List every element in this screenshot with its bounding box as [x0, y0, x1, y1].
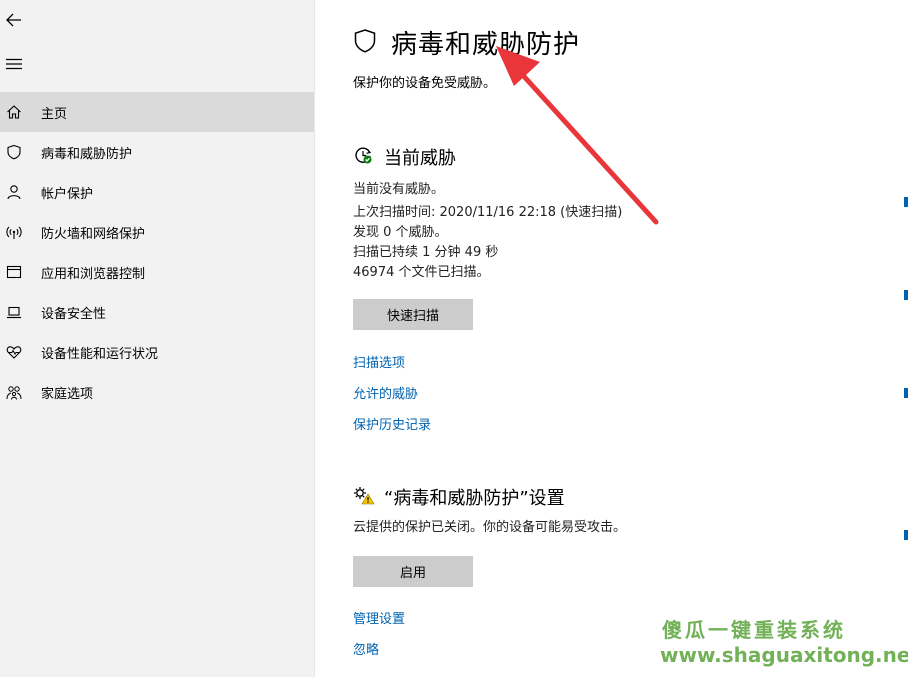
sidebar-item-label: 家庭选项 — [41, 386, 94, 402]
back-arrow-icon[interactable] — [4, 10, 24, 30]
allowed-threats-link[interactable]: 允许的威胁 — [353, 383, 418, 402]
hamburger-menu-icon[interactable] — [6, 56, 22, 72]
enable-button[interactable]: 启用 — [353, 556, 473, 587]
heart-icon — [6, 346, 22, 359]
sidebar-item-virus-protection[interactable]: 病毒和威胁防护 — [0, 132, 314, 172]
sidebar: 主页 病毒和威胁防护 帐户保护 防火墙和网络保护 应用和浏览器控制 设备安全性 … — [0, 0, 315, 677]
dismiss-link[interactable]: 忽略 — [353, 639, 379, 658]
family-icon — [6, 386, 22, 400]
sidebar-nav: 主页 病毒和威胁防护 帐户保护 防火墙和网络保护 应用和浏览器控制 设备安全性 … — [0, 92, 314, 412]
clipped-right-link-fragment — [904, 530, 908, 540]
files-scanned-text: 46974 个文件已扫描。 — [353, 265, 490, 280]
home-icon — [7, 105, 21, 119]
sidebar-item-label: 主页 — [41, 106, 68, 122]
red-annotation-arrow — [496, 46, 659, 225]
threat-status-text: 当前没有威胁。 — [353, 182, 445, 197]
watermark-url: www.shaguaxitong.net — [660, 643, 908, 667]
scan-duration-text: 扫描已持续 1 分钟 49 秒 — [353, 245, 499, 260]
quick-scan-button[interactable]: 快速扫描 — [353, 299, 473, 330]
sidebar-item-home[interactable]: 主页 — [0, 92, 314, 132]
browser-window-icon — [6, 265, 22, 279]
current-threats-title: 当前威胁 — [384, 148, 456, 169]
sidebar-item-label: 防火墙和网络保护 — [41, 226, 146, 242]
settings-gear-warning-icon — [354, 487, 375, 505]
sidebar-item-label: 帐户保护 — [41, 186, 94, 202]
clipped-right-link-fragment — [904, 197, 908, 207]
wireless-icon — [6, 226, 22, 239]
shield-icon — [354, 29, 376, 53]
shield-icon — [7, 144, 21, 160]
settings-section-title: “病毒和威胁防护”设置 — [384, 488, 565, 509]
sidebar-item-label: 病毒和威胁防护 — [41, 146, 133, 162]
clipped-right-link-fragment — [904, 290, 908, 300]
manage-settings-link[interactable]: 管理设置 — [353, 608, 405, 627]
sidebar-item-app-browser-control[interactable]: 应用和浏览器控制 — [0, 252, 314, 292]
clipped-right-link-fragment — [904, 388, 908, 398]
sidebar-item-account-protection[interactable]: 帐户保护 — [0, 172, 314, 212]
cloud-protection-status-text: 云提供的保护已关闭。你的设备可能易受攻击。 — [353, 520, 627, 535]
watermark-chinese: 傻瓜一键重装系统 — [662, 618, 846, 642]
person-icon — [7, 185, 21, 200]
sidebar-item-label: 设备性能和运行状况 — [41, 346, 159, 362]
sidebar-item-device-security[interactable]: 设备安全性 — [0, 292, 314, 332]
scan-history-check-icon — [355, 147, 372, 164]
protection-history-link[interactable]: 保护历史记录 — [353, 414, 431, 433]
page-subtitle: 保护你的设备免受威胁。 — [353, 76, 497, 91]
threats-found-text: 发现 0 个威胁。 — [353, 225, 448, 240]
sidebar-item-label: 应用和浏览器控制 — [41, 266, 146, 282]
sidebar-item-label: 设备安全性 — [41, 306, 107, 322]
sidebar-item-device-performance[interactable]: 设备性能和运行状况 — [0, 332, 314, 372]
laptop-icon — [7, 306, 21, 319]
scan-options-link[interactable]: 扫描选项 — [353, 352, 405, 371]
sidebar-item-firewall[interactable]: 防火墙和网络保护 — [0, 212, 314, 252]
sidebar-item-family-options[interactable]: 家庭选项 — [0, 372, 314, 412]
